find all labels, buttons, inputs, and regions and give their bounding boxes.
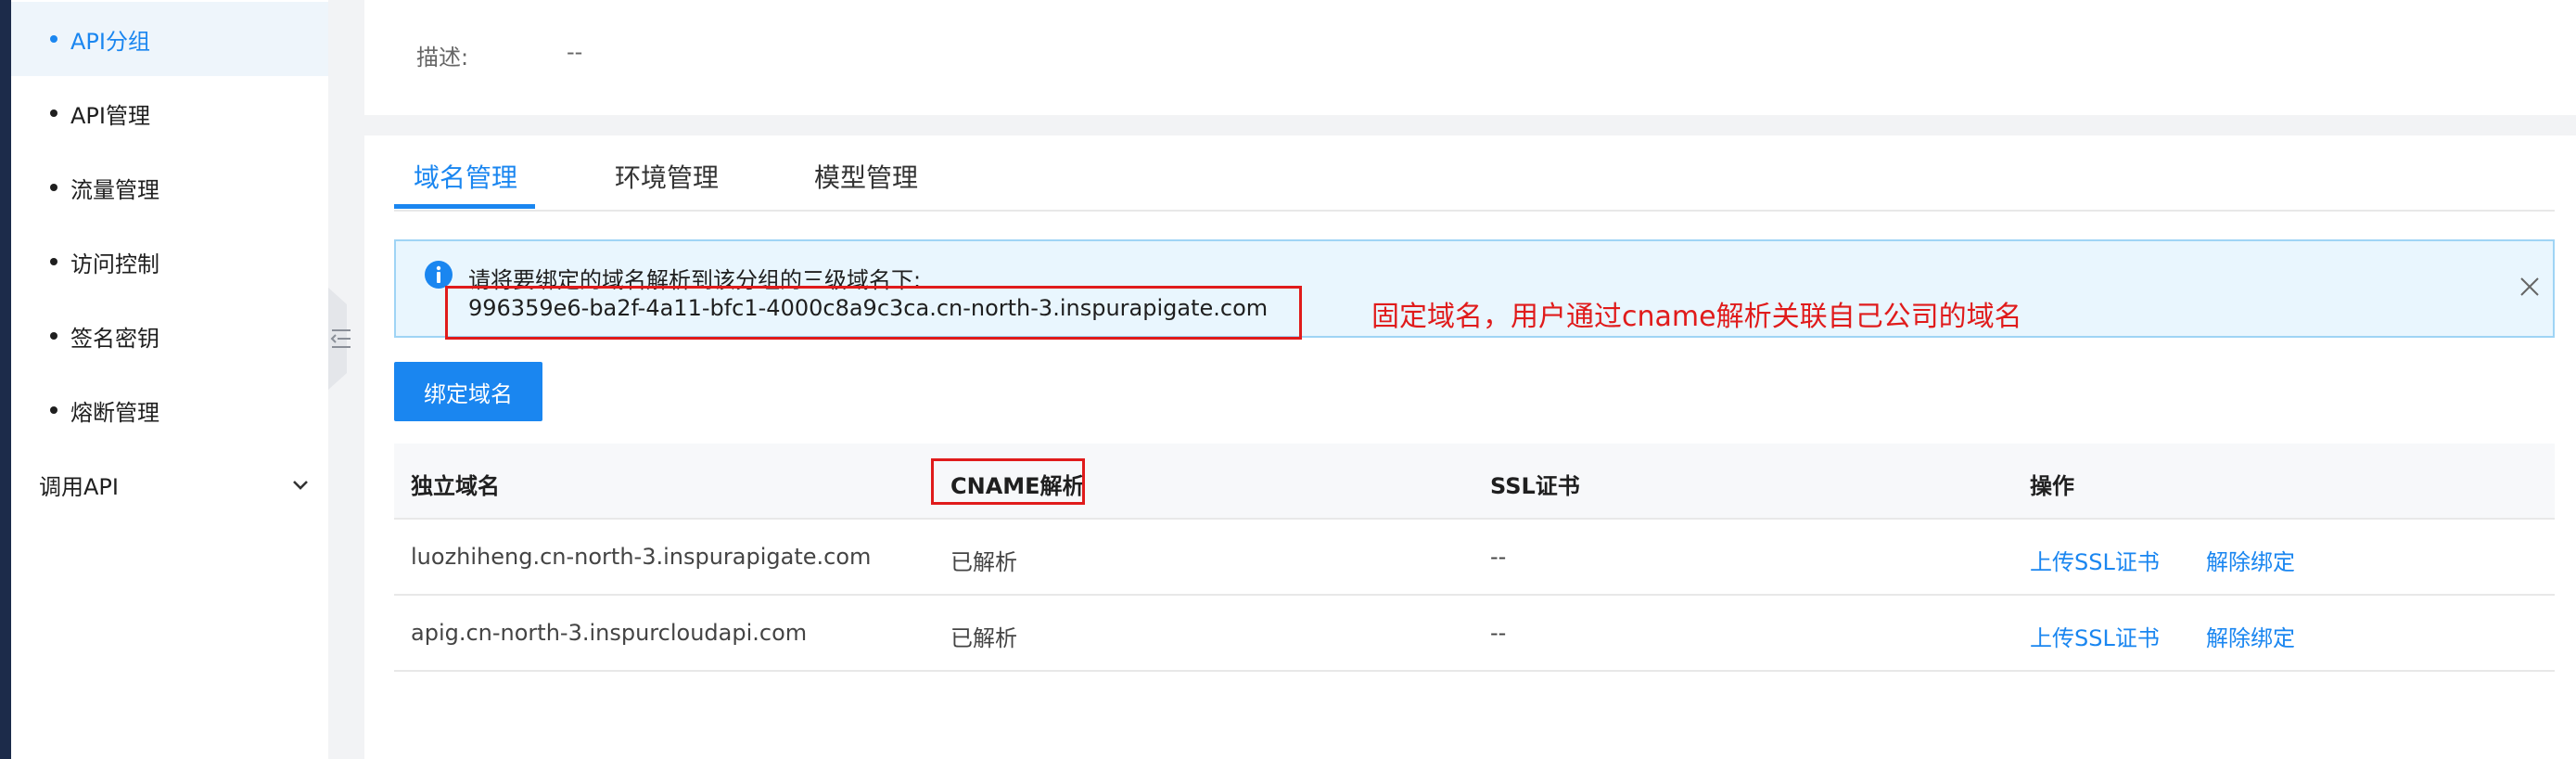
column-header-actions: 操作 (2030, 473, 2074, 499)
cell-domain: apig.cn-north-3.inspurcloudapi.com (411, 620, 808, 646)
sidebar-group-call-api[interactable]: 调用API (11, 447, 328, 521)
sidebar-item-access-control[interactable]: 访问控制 (11, 225, 328, 299)
close-icon[interactable] (2519, 277, 2540, 297)
column-header-domain: 独立域名 (411, 473, 500, 499)
unbind-link[interactable]: 解除绑定 (2206, 620, 2295, 652)
sidebar-item-label: 签名密钥 (70, 325, 159, 352)
active-tab-indicator (394, 204, 535, 209)
column-header-ssl: SSL证书 (1490, 473, 1580, 499)
bullet-icon (50, 35, 57, 43)
table-row: luozhiheng.cn-north-3.inspurapigate.com … (394, 520, 2555, 596)
collapse-sidebar-icon[interactable] (328, 288, 358, 390)
cell-cname: 已解析 (950, 625, 1017, 651)
bullet-icon (50, 184, 57, 191)
tab-domain-management[interactable]: 域名管理 (414, 158, 517, 195)
cname-header-highlight-box (931, 458, 1085, 505)
sidebar-item-signature-key[interactable]: 签名密钥 (11, 299, 328, 373)
bullet-icon (50, 406, 57, 414)
bullet-icon (50, 109, 57, 117)
annotation-note: 固定域名，用户通过cname解析关联自己公司的域名 (1371, 301, 2022, 333)
sidebar-item-label: API分组 (70, 28, 150, 55)
sidebar-item-label: 访问控制 (70, 251, 159, 277)
table-header: 独立域名 CNAME解析 SSL证书 操作 (394, 444, 2555, 520)
cell-ssl: -- (1490, 544, 1507, 570)
domain-management-card: 域名管理 环境管理 模型管理 请将要绑定的域名解析到该分组的三级域名下: 996… (364, 135, 2576, 759)
description-label: 描述: (416, 45, 469, 71)
description-value: -- (567, 39, 583, 65)
cell-ssl: -- (1490, 620, 1507, 646)
global-nav-strip (0, 0, 11, 759)
upload-ssl-link[interactable]: 上传SSL证书 (2030, 620, 2160, 652)
cell-domain: luozhiheng.cn-north-3.inspurapigate.com (411, 544, 872, 570)
group-info-card: 描述: -- (364, 0, 2576, 115)
cell-cname: 已解析 (950, 549, 1017, 575)
sidebar-item-traffic-management[interactable]: 流量管理 (11, 150, 328, 225)
bullet-icon (50, 258, 57, 265)
tab-environment-management[interactable]: 环境管理 (615, 158, 719, 195)
table-row: apig.cn-north-3.inspurcloudapi.com 已解析 -… (394, 596, 2555, 672)
domain-highlight-box (445, 286, 1302, 340)
sidebar-item-api-group[interactable]: API分组 (11, 2, 328, 76)
sidebar-item-label: 流量管理 (70, 176, 159, 203)
tab-model-management[interactable]: 模型管理 (814, 158, 918, 195)
sidebar-group-label: 调用API (39, 473, 119, 500)
bullet-icon (50, 332, 57, 340)
unbind-link[interactable]: 解除绑定 (2206, 544, 2295, 576)
bind-domain-button[interactable]: 绑定域名 (394, 362, 542, 421)
chevron-down-icon (293, 481, 308, 490)
sidebar-item-label: API管理 (70, 102, 150, 129)
sidebar: API分组 API管理 流量管理 访问控制 签名密钥 熔断管理 调用API (11, 0, 328, 759)
upload-ssl-link[interactable]: 上传SSL证书 (2030, 544, 2160, 576)
sidebar-item-label: 熔断管理 (70, 399, 159, 426)
sidebar-item-circuit-breaker[interactable]: 熔断管理 (11, 373, 328, 447)
sidebar-item-api-management[interactable]: API管理 (11, 76, 328, 150)
